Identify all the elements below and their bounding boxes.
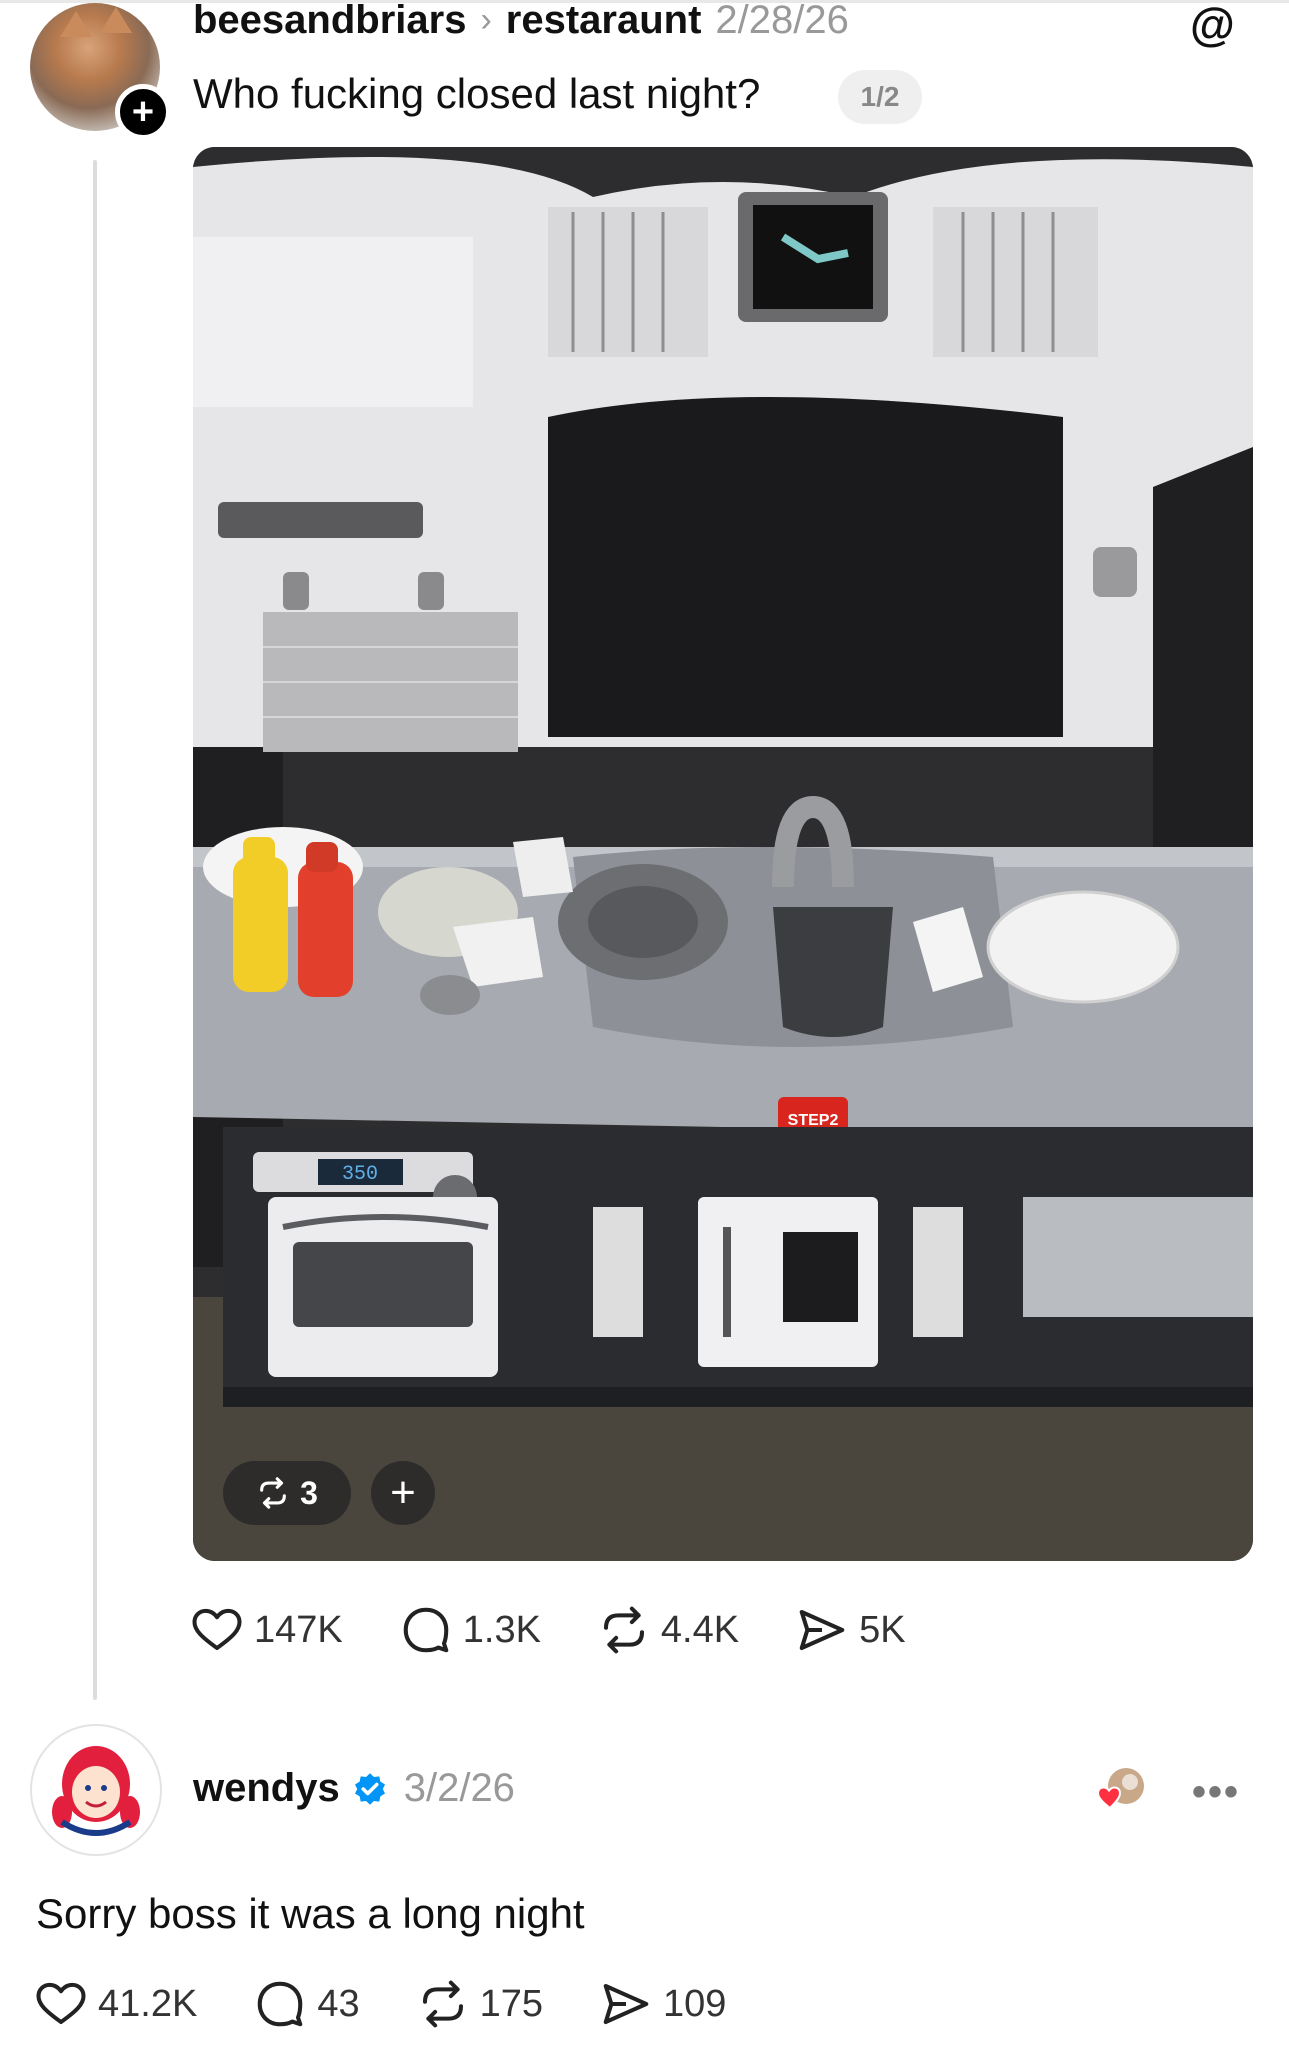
reply-header: wendys 3/2/26 [193,1766,515,1811]
reply-author-avatar[interactable] [30,1724,162,1856]
comment-icon [403,1607,449,1653]
repost-icon [422,1980,463,2028]
reply-comment-button[interactable]: 43 [253,1977,360,2031]
threads-logo-icon[interactable]: @ [1190,1,1235,47]
reply-button[interactable]: 1.3K [399,1603,541,1657]
heart-icon [192,1608,242,1651]
breadcrumb-separator-icon: › [480,0,492,39]
post-header: beesandbriars › restaraunt 2/28/26 [193,0,849,43]
share-icon [603,1983,649,2025]
verified-badge-icon [354,1772,385,1805]
post-photo[interactable]: STEP2 350 3 + [193,147,1253,1561]
reply-date: 3/2/26 [403,1766,515,1810]
community-name[interactable]: restaraunt [506,0,702,43]
image-repost-chip[interactable]: 3 [223,1461,351,1525]
oven-display-text: 350 [342,1163,378,1186]
brand-badge-text: STEP2 [788,1112,839,1129]
repost-icon [260,1477,286,1509]
repost-button[interactable]: 4.4K [597,1603,739,1657]
repost-icon [603,1606,644,1654]
thread-connector-line [93,160,97,1700]
heart-icon [36,1982,86,2025]
repost-count: 4.4K [660,1608,740,1651]
like-count: 147K [254,1608,343,1651]
reply-count: 1.3K [462,1608,541,1651]
reply-repost-button[interactable]: 175 [416,1977,543,2031]
author-liked-icon [1096,1768,1144,1810]
share-button[interactable]: 5K [795,1603,906,1657]
reply-like-count: 41.2K [98,1982,198,2025]
reply-share-button[interactable]: 109 [599,1977,726,2031]
reply-comment-count: 43 [317,1982,360,2025]
share-icon [799,1609,845,1651]
post-actions: 147K 1.3K 4.4K 5K [190,1603,962,1657]
reply-text: Sorry boss it was a long night [36,1890,585,1937]
post-text: Who fucking closed last night? [193,70,761,117]
reply-like-button[interactable]: 41.2K [34,1977,197,2031]
reply-repost-count: 175 [479,1982,543,2025]
like-button[interactable]: 147K [190,1603,343,1657]
post-date: 2/28/26 [715,0,849,42]
reply-username[interactable]: wendys [193,1766,340,1811]
author-username[interactable]: beesandbriars [193,0,466,43]
avatar-cat-ear [60,11,92,37]
wendys-logo-icon [36,1730,156,1850]
share-count: 5K [859,1608,906,1651]
image-add-button[interactable]: + [371,1461,435,1525]
avatar-cat-ear [100,7,132,33]
image-repost-count: 3 [300,1474,318,1511]
reply-share-count: 109 [663,1982,727,2025]
more-icon[interactable]: ••• [1192,1770,1240,1815]
comment-icon [258,1981,303,2027]
reply-actions: 41.2K 43 175 109 [34,1977,782,2031]
page-indicator: 1/2 [838,70,922,124]
toy-kitchen-illustration: STEP2 350 [193,147,1253,1561]
follow-plus-icon[interactable]: + [115,84,171,140]
